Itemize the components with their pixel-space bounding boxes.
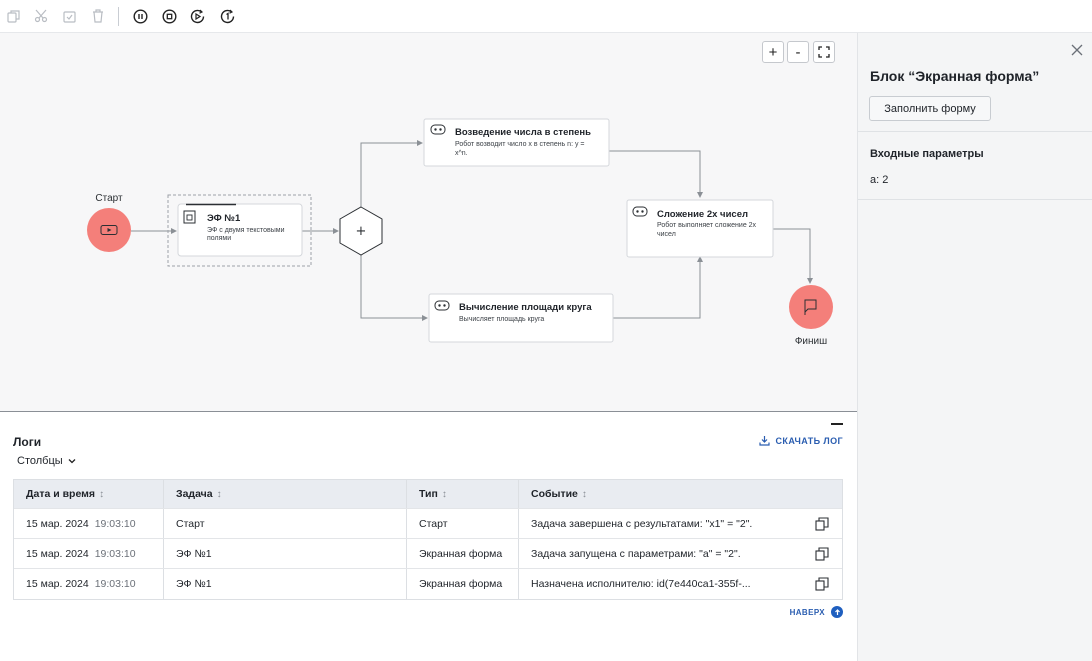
close-icon[interactable] (1070, 43, 1084, 57)
panel-title: Блок “Экранная форма” (870, 68, 1040, 84)
cell-event: Задача завершена с результатами: "x1" = … (519, 509, 842, 538)
collapse-button[interactable] (831, 423, 843, 425)
cell-event: Задача запущена с параметрами: "a" = "2"… (519, 539, 842, 568)
node-title: Сложение 2х чисел (657, 209, 748, 220)
cell-type: Экранная форма (407, 539, 519, 568)
node-desc: Робот выполняет сложение 2х (657, 221, 757, 229)
node-form-1[interactable]: ЭФ №1 ЭФ с двумя текстовыми полями (167, 194, 312, 267)
toolbar (0, 0, 1092, 33)
node-desc: Робот возводит число x в степень n: y = (455, 140, 585, 148)
logs-section: Логи Столбцы СКАЧАТЬ ЛОГ Дата и время ↕ З… (0, 411, 857, 661)
properties-panel: Блок “Экранная форма” Заполнить форму Вх… (857, 33, 1092, 661)
run-step-icon[interactable] (189, 7, 207, 25)
copy-icon[interactable] (815, 517, 829, 531)
pause-icon[interactable] (131, 7, 149, 25)
download-icon (758, 436, 770, 446)
cut-icon[interactable] (32, 7, 50, 25)
node-circle-area[interactable]: Вычисление площади круга Вычисляет площа… (428, 293, 614, 343)
sort-icon: ↕ (99, 488, 105, 500)
cell-datetime: 15 мар. 2024 19:03:10 (14, 569, 164, 599)
logs-table: Дата и время ↕ Задача ↕ Тип ↕ Событие ↕ 15 м… (13, 479, 843, 600)
run-once-icon[interactable] (219, 7, 237, 25)
delete-icon[interactable] (89, 7, 107, 25)
download-log-button[interactable]: СКАЧАТЬ ЛОГ (758, 435, 843, 446)
paste-icon[interactable] (60, 7, 78, 25)
node-title: Возведение числа в степень (455, 127, 591, 138)
table-row[interactable]: 15 мар. 2024 19:03:10 ЭФ №1 Экранная форм… (14, 569, 842, 599)
sort-icon: ↕ (581, 488, 587, 500)
divider (858, 199, 1092, 200)
header-event[interactable]: Событие ↕ (519, 480, 842, 508)
back-to-top-button[interactable]: НАВЕРХ (790, 606, 843, 618)
cell-task: ЭФ №1 (164, 569, 407, 599)
node-title: ЭФ №1 (207, 213, 241, 224)
arrow-up-icon (831, 606, 843, 618)
divider (858, 131, 1092, 132)
header-task[interactable]: Задача ↕ (164, 480, 407, 508)
cell-type: Экранная форма (407, 569, 519, 599)
fill-form-button[interactable]: Заполнить форму (869, 96, 991, 121)
cell-task: Старт (164, 509, 407, 538)
cell-task: ЭФ №1 (164, 539, 407, 568)
cell-type: Старт (407, 509, 519, 538)
process-diagram: Старт ЭФ №1 ЭФ с двумя текстовыми полями… (87, 118, 833, 347)
start-event[interactable]: Старт (87, 193, 131, 252)
node-sum[interactable]: Сложение 2х чисел Робот выполняет сложен… (626, 199, 774, 258)
node-title: Вычисление площади круга (459, 302, 592, 313)
node-desc: Вычисляет площадь круга (459, 316, 544, 323)
table-header: Дата и время ↕ Задача ↕ Тип ↕ Событие ↕ (14, 480, 842, 509)
copy-icon[interactable] (815, 577, 829, 591)
finish-event[interactable]: Финиш (789, 285, 833, 347)
param-value: a: 2 (870, 174, 889, 186)
stop-icon[interactable] (160, 7, 178, 25)
columns-dropdown[interactable]: Столбцы (17, 455, 76, 467)
input-params-title: Входные параметры (870, 148, 984, 160)
download-label: СКАЧАТЬ ЛОГ (775, 435, 843, 446)
table-row[interactable]: 15 мар. 2024 19:03:10 Старт Старт Задача … (14, 509, 842, 539)
header-datetime[interactable]: Дата и время ↕ (14, 480, 164, 508)
header-type[interactable]: Тип ↕ (407, 480, 519, 508)
sort-icon: ↕ (441, 488, 447, 500)
finish-label: Финиш (795, 336, 827, 347)
sort-icon: ↕ (216, 488, 222, 500)
copy-icon[interactable] (815, 547, 829, 561)
logs-title: Логи (13, 435, 42, 449)
chevron-down-icon (68, 459, 76, 464)
top-label: НАВЕРХ (789, 607, 825, 617)
cell-datetime: 15 мар. 2024 19:03:10 (14, 509, 164, 538)
node-desc: чисел (657, 231, 676, 238)
node-power[interactable]: Возведение числа в степень Робот возводи… (423, 118, 610, 167)
parallel-gateway[interactable]: + (339, 206, 383, 256)
gateway-symbol: + (356, 224, 367, 239)
node-desc: ЭФ с двумя текстовыми (207, 227, 285, 234)
copy-icon[interactable] (4, 7, 22, 25)
start-label: Старт (95, 193, 123, 204)
toolbar-divider (118, 7, 119, 26)
node-desc: полями (207, 235, 231, 242)
process-canvas[interactable]: + - Старт ЭФ №1 ЭФ с двумя текстовыми по… (0, 33, 857, 411)
cell-datetime: 15 мар. 2024 19:03:10 (14, 539, 164, 568)
node-desc: x^n. (455, 150, 468, 157)
cell-event: Назначена исполнителю: id(7e440ca1-355f-… (519, 569, 842, 599)
table-row[interactable]: 15 мар. 2024 19:03:10 ЭФ №1 Экранная форм… (14, 539, 842, 569)
columns-label: Столбцы (17, 455, 63, 467)
